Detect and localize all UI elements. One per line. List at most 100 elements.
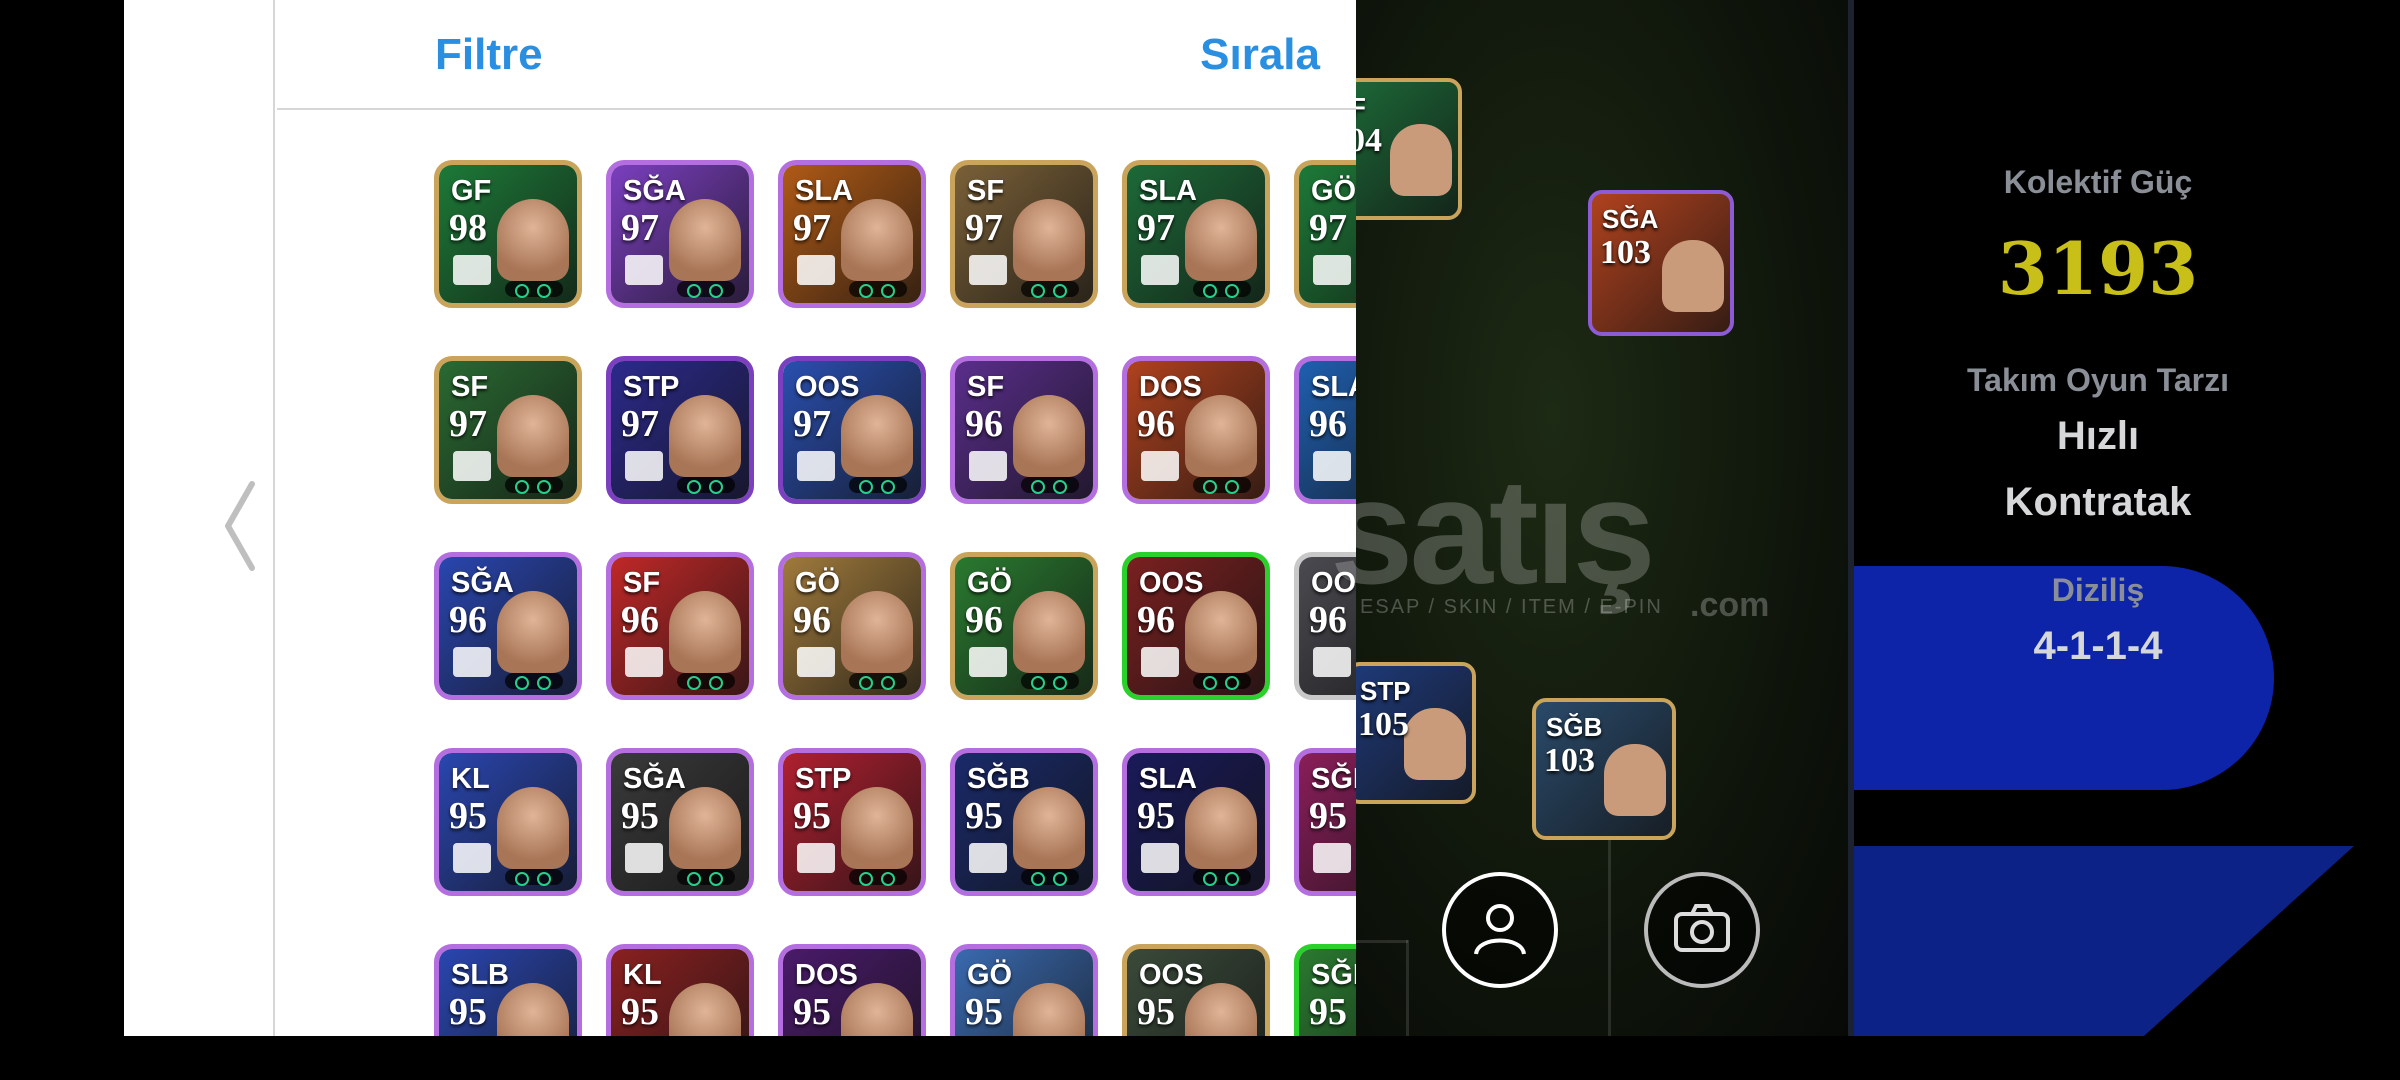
player-card[interactable]: GÖ 97: [1294, 160, 1356, 308]
card-rating: 95: [965, 991, 1003, 1033]
card-position: SĞB: [1546, 712, 1603, 742]
card-rating: 97: [965, 207, 1003, 249]
card-rating: 95: [621, 795, 659, 837]
player-portrait: [497, 591, 569, 673]
player-card[interactable]: DOS 95: [778, 944, 926, 1036]
player-card[interactable]: SĞA 96: [434, 552, 582, 700]
player-portrait: [669, 199, 741, 281]
player-portrait: [1404, 708, 1466, 780]
watermark-subtext: ESAP / SKIN / ITEM / E-PIN: [1360, 596, 1663, 618]
player-card[interactable]: GÖ 95: [950, 944, 1098, 1036]
card-rating: 103: [1544, 742, 1595, 779]
skill-chip-icon: [505, 477, 563, 494]
card-position: SLB: [451, 959, 509, 991]
card-position: SĞA: [1602, 204, 1659, 234]
club-badge-icon: [453, 843, 491, 873]
card-position: KL: [623, 959, 662, 991]
player-card[interactable]: OOS 97: [778, 356, 926, 504]
player-card[interactable]: SĞA 95: [606, 748, 754, 896]
club-badge-icon: [969, 647, 1007, 677]
watermark-domain: .com: [1690, 586, 1770, 624]
card-rating: 97: [1309, 207, 1347, 249]
player-card[interactable]: SĞK95: [1294, 944, 1356, 1036]
player-card[interactable]: DOS 96: [1122, 356, 1270, 504]
collective-power-label: Kolektif Güç: [2003, 164, 2193, 200]
collective-power-value: 3193: [1997, 226, 2199, 311]
player-portrait: [1390, 124, 1452, 196]
player-card[interactable]: STP 97: [606, 356, 754, 504]
skill-chip-icon: [1193, 673, 1251, 690]
player-card[interactable]: SF 97: [950, 160, 1098, 308]
skill-chip-icon: [849, 281, 907, 298]
pitch-player-card[interactable]: SĞB 103: [1532, 698, 1676, 840]
player-card[interactable]: SLA 97: [778, 160, 926, 308]
player-card[interactable]: GÖ 96: [950, 552, 1098, 700]
player-card[interactable]: SĞA 97: [606, 160, 754, 308]
formation-label: Diziliş: [2051, 572, 2145, 608]
game-screen: Filtre Sırala GF 98 SĞA 97 SLA 97 SF 97 SLA 97 GÖ 9…: [0, 0, 2400, 1080]
player-card[interactable]: KL 95: [434, 748, 582, 896]
player-card[interactable]: SF 97: [434, 356, 582, 504]
pitch-player-card[interactable]: SĞA 103: [1588, 190, 1734, 336]
player-card[interactable]: KL 95: [606, 944, 754, 1036]
pitch-player-card[interactable]: F04: [1356, 78, 1462, 220]
card-rating: 95: [965, 795, 1003, 837]
skill-chip-icon: [1193, 869, 1251, 886]
player-card[interactable]: SLB 95: [434, 944, 582, 1036]
skill-chip-icon: [1021, 869, 1079, 886]
card-rating: 96: [449, 599, 487, 641]
club-badge-icon: [969, 843, 1007, 873]
formation-value[interactable]: 4-1-1-4: [1888, 624, 2308, 669]
sort-button[interactable]: Sırala: [1200, 30, 1320, 80]
club-badge-icon: [1313, 647, 1351, 677]
card-position: GÖ: [967, 567, 1013, 599]
player-card[interactable]: OOS96: [1122, 552, 1270, 700]
player-portrait: [1013, 199, 1085, 281]
player-portrait: [1013, 395, 1085, 477]
player-portrait: [1185, 787, 1257, 869]
player-card[interactable]: SLA 95: [1122, 748, 1270, 896]
card-rating: 97: [621, 403, 659, 445]
panel-header: Filtre Sırala: [277, 0, 1356, 110]
player-portrait: [1185, 591, 1257, 673]
player-card[interactable]: SF 96: [606, 552, 754, 700]
card-position: STP: [795, 763, 852, 795]
player-card[interactable]: SĞB95: [1294, 748, 1356, 896]
player-card[interactable]: SLA 97: [1122, 160, 1270, 308]
card-position: DOS: [795, 959, 858, 991]
player-card[interactable]: GF 98: [434, 160, 582, 308]
card-rating: 96: [965, 403, 1003, 445]
skill-chip-icon: [677, 869, 735, 886]
profile-button[interactable]: [1442, 872, 1558, 988]
player-portrait: [1013, 591, 1085, 673]
card-position: OOS: [1139, 567, 1204, 599]
card-rating: 96: [793, 599, 831, 641]
club-badge-icon: [1141, 647, 1179, 677]
player-card[interactable]: GÖ 96: [778, 552, 926, 700]
card-position: OOS: [1139, 959, 1204, 991]
player-card[interactable]: STP 95: [778, 748, 926, 896]
skill-chip-icon: [505, 869, 563, 886]
card-position: SF: [967, 371, 1005, 403]
card-position: STP: [1360, 676, 1411, 706]
pitch-player-card[interactable]: STP 105: [1356, 662, 1476, 804]
player-portrait: [1013, 787, 1085, 869]
camera-button[interactable]: [1644, 872, 1760, 988]
player-card[interactable]: SF 96: [950, 356, 1098, 504]
player-card[interactable]: SĞB95: [950, 748, 1098, 896]
skill-chip-icon: [849, 477, 907, 494]
player-portrait: [497, 199, 569, 281]
card-rating: 96: [1137, 599, 1175, 641]
card-rating: 96: [965, 599, 1003, 641]
player-portrait: [669, 395, 741, 477]
filter-button[interactable]: Filtre: [435, 30, 543, 80]
player-card[interactable]: OOS 95: [1122, 944, 1270, 1036]
club-badge-icon: [453, 451, 491, 481]
card-rating: 95: [449, 991, 487, 1033]
skill-chip-icon: [1193, 281, 1251, 298]
chevron-left-icon[interactable]: [220, 478, 260, 574]
card-rating: 97: [793, 207, 831, 249]
card-position: SĞA: [623, 175, 686, 207]
card-position: KL: [451, 763, 490, 795]
player-portrait: [841, 787, 913, 869]
